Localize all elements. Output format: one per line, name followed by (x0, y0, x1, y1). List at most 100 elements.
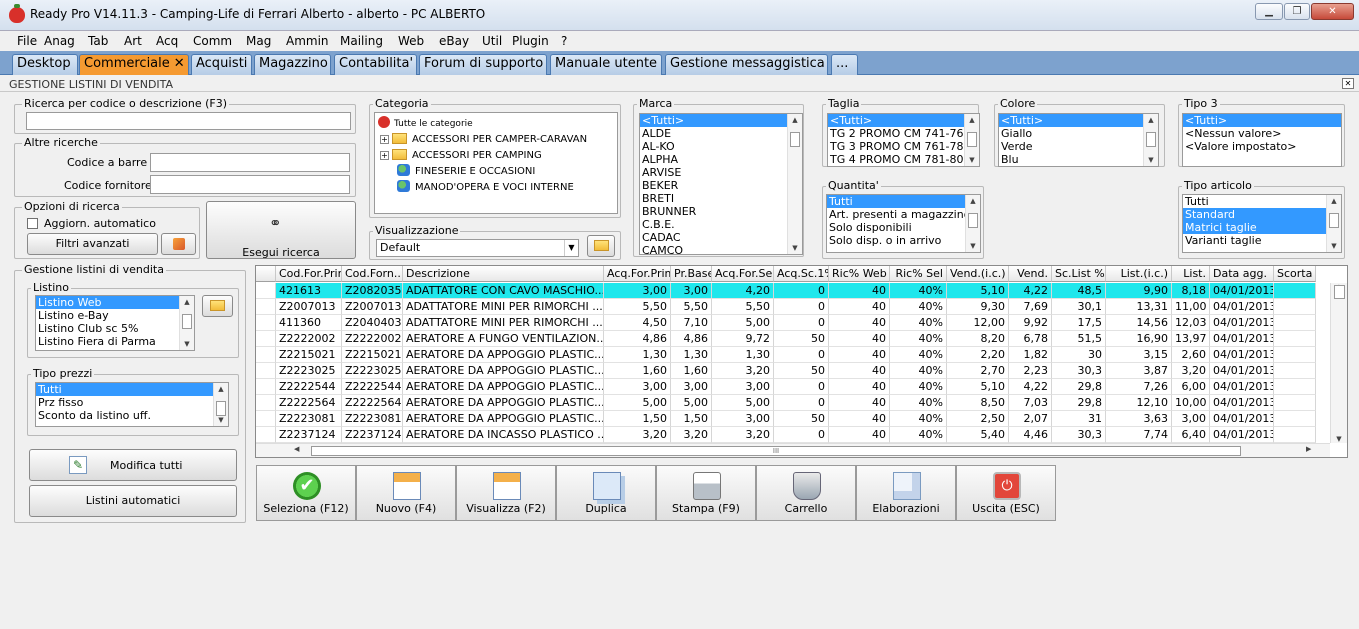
table-cell[interactable]: Z2222002 (342, 331, 403, 347)
scroll-down-icon[interactable]: ▼ (214, 416, 228, 424)
table-row[interactable]: Z2215021 Z2215021 AERATORE DA APPOGGIO PLA… (256, 347, 1330, 363)
table-cell[interactable]: Z2223081 (342, 411, 403, 427)
scroll-thumb[interactable] (968, 213, 978, 228)
table-cell[interactable]: 0 (774, 347, 829, 363)
table-cell[interactable]: 29,8 (1052, 395, 1106, 411)
table-cell[interactable]: 6,40 (1172, 427, 1210, 443)
expand-icon[interactable]: + (380, 135, 389, 144)
table-cell[interactable]: 4,46 (1009, 427, 1052, 443)
toolbar-button-grid-view[interactable]: Visualizza (F2) (456, 465, 556, 521)
scroll-thumb[interactable] (1334, 285, 1345, 299)
table-cell[interactable]: AERATORE DA INCASSO PLASTICO ... (403, 427, 604, 443)
table-cell[interactable]: 14,56 (1106, 315, 1172, 331)
table-cell[interactable]: 40% (890, 347, 947, 363)
filter-icon-button[interactable] (161, 233, 196, 255)
menu-plugin[interactable]: Plugin (512, 34, 549, 48)
table-cell[interactable]: 40% (890, 411, 947, 427)
scroll-up-icon[interactable]: ▲ (180, 298, 194, 306)
table-cell[interactable]: 2,50 (947, 411, 1009, 427)
menu-acq[interactable]: Acq (156, 34, 178, 48)
list-item[interactable]: <Tutti> (999, 114, 1158, 127)
table-cell[interactable]: 0 (774, 283, 829, 299)
toolbar-button-cart[interactable]: Carrello (756, 465, 856, 521)
table-cell[interactable]: AERATORE DA APPOGGIO PLASTIC... (403, 363, 604, 379)
table-cell[interactable]: 40% (890, 395, 947, 411)
list-item[interactable]: TG 3 PROMO CM 761-780 (828, 140, 979, 153)
table-cell[interactable]: 1,30 (712, 347, 774, 363)
list-item[interactable]: Prz fisso (36, 396, 228, 409)
table-cell[interactable]: 48,5 (1052, 283, 1106, 299)
auto-price-lists-button[interactable]: Listini automatici (29, 485, 237, 517)
table-row[interactable]: Z2007013 Z2007013 ADATTATORE MINI PER RIMO… (256, 299, 1330, 315)
list-item[interactable]: Standard (1183, 208, 1341, 221)
column-header[interactable]: Descrizione (403, 266, 604, 282)
vertical-scrollbar[interactable]: ▲ ▼ (1326, 195, 1341, 252)
type3-list[interactable]: <Tutti> <Nessun valore> <Valore impostato> (1182, 113, 1342, 167)
tree-item-fineserie[interactable]: FINESERIE E OCCASIONI (397, 164, 535, 180)
table-cell[interactable]: 4,86 (604, 331, 671, 347)
column-header[interactable]: Cod.For.Prim (276, 266, 342, 282)
table-cell[interactable]: Z2223081 (276, 411, 342, 427)
tab-3[interactable]: Magazzino (254, 54, 331, 75)
table-cell[interactable]: 40 (829, 283, 890, 299)
toolbar-button-printer[interactable]: Stampa (F9) (656, 465, 756, 521)
scroll-up-icon[interactable]: ▲ (788, 116, 802, 124)
table-cell[interactable]: 4,22 (1009, 283, 1052, 299)
list-item[interactable]: Tutti (1183, 195, 1341, 208)
list-item[interactable]: Listino Fiera di Parma (36, 335, 194, 348)
table-cell[interactable]: 0 (774, 299, 829, 315)
table-cell[interactable]: 0 (774, 379, 829, 395)
close-window-button[interactable]: ✕ (1311, 3, 1354, 20)
table-row[interactable]: 421613 Z2082035 ADATTATORE CON CAVO MASCHI… (256, 283, 1330, 299)
table-cell[interactable]: 04/01/2013 (1210, 347, 1274, 363)
tab-7[interactable]: Gestione messaggistica (665, 54, 828, 75)
table-cell[interactable]: 40 (829, 427, 890, 443)
view-folder-button[interactable] (587, 235, 615, 257)
table-cell[interactable]: 9,30 (947, 299, 1009, 315)
table-cell[interactable]: 13,31 (1106, 299, 1172, 315)
table-cell[interactable]: 04/01/2013 (1210, 283, 1274, 299)
column-header[interactable]: Acq.For.Prim (604, 266, 671, 282)
table-cell[interactable]: 2,70 (947, 363, 1009, 379)
table-cell[interactable]: 10,00 (1172, 395, 1210, 411)
table-cell[interactable]: 8,50 (947, 395, 1009, 411)
scroll-up-icon[interactable]: ▲ (965, 116, 979, 124)
tab-4[interactable]: Contabilita' (334, 54, 417, 75)
table-cell[interactable]: 3,00 (1172, 411, 1210, 427)
table-cell[interactable]: 2,23 (1009, 363, 1052, 379)
table-cell[interactable] (1274, 315, 1316, 331)
column-header[interactable]: Acq.Sc.1% (774, 266, 829, 282)
chevron-down-icon[interactable]: ▼ (564, 240, 578, 256)
table-cell[interactable]: Z2222564 (342, 395, 403, 411)
table-cell[interactable]: 30,1 (1052, 299, 1106, 315)
scroll-left-icon[interactable]: ◀ (294, 445, 299, 453)
list-item[interactable]: C.B.E. (640, 218, 802, 231)
table-cell[interactable]: 40% (890, 283, 947, 299)
price-list-grid[interactable]: Cod.For.Prim Cod.Forn... Descrizione Acq.Fo… (255, 265, 1348, 458)
menu-util[interactable]: Util (482, 34, 502, 48)
table-cell[interactable]: 40 (829, 363, 890, 379)
table-cell[interactable]: 12,10 (1106, 395, 1172, 411)
brand-list[interactable]: <Tutti> ALDE AL-KO ALPHA ARVISE BEKER BRETI BRU… (639, 113, 803, 255)
table-cell[interactable]: 4,50 (604, 315, 671, 331)
form-close-icon[interactable]: ✕ (1342, 78, 1354, 89)
scroll-down-icon[interactable]: ▼ (1331, 435, 1347, 443)
tab-0[interactable]: Desktop (12, 54, 78, 75)
column-header[interactable]: Vend. (1009, 266, 1052, 282)
list-item[interactable]: <Tutti> (1183, 114, 1341, 127)
menu-q[interactable]: ? (561, 34, 567, 48)
advanced-filters-button[interactable]: Filtri avanzati (27, 233, 158, 255)
menu-file[interactable]: File (17, 34, 37, 48)
table-cell[interactable]: 9,90 (1106, 283, 1172, 299)
table-cell[interactable]: Z2215021 (276, 347, 342, 363)
list-item[interactable]: <Valore impostato> (1183, 140, 1341, 153)
restore-button[interactable]: ❐ (1284, 3, 1310, 20)
table-cell[interactable]: 3,00 (712, 411, 774, 427)
table-cell[interactable]: 40 (829, 395, 890, 411)
table-cell[interactable] (1274, 427, 1316, 443)
table-cell[interactable]: 3,20 (604, 427, 671, 443)
list-item[interactable]: CAMCO (640, 244, 802, 254)
table-cell[interactable]: 3,15 (1106, 347, 1172, 363)
table-cell[interactable]: 3,00 (604, 379, 671, 395)
table-cell[interactable]: 5,00 (712, 315, 774, 331)
